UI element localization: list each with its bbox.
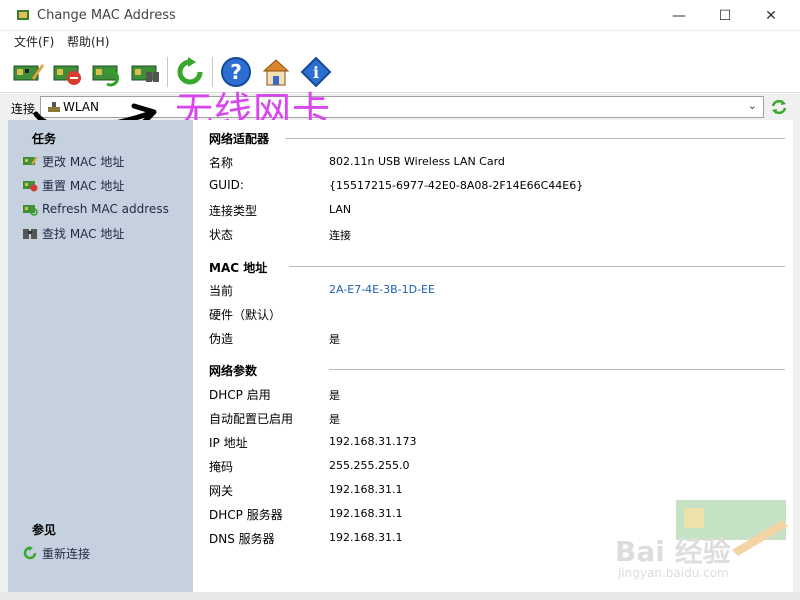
see-also-label: 重新连接 — [42, 546, 91, 561]
window-border — [0, 592, 800, 600]
reset-mac-icon[interactable] — [52, 56, 84, 88]
maximize-button[interactable]: ☐ — [702, 0, 748, 31]
section-network-heading: 网络参数 — [209, 364, 258, 378]
prop-label: 网关 — [209, 484, 234, 498]
prop-label: DNS 服务器 — [209, 532, 275, 546]
find-mac-icon[interactable] — [130, 56, 162, 88]
change-mac-icon — [23, 156, 38, 165]
window-border — [793, 120, 800, 592]
menu-file[interactable]: 文件(F) — [14, 33, 54, 50]
watermark-text: Bai 经验 — [615, 535, 731, 568]
prop-label: DHCP 启用 — [209, 388, 271, 402]
prop-value: 802.11n USB Wireless LAN Card — [329, 155, 505, 168]
prop-value: 192.168.31.1 — [329, 507, 403, 520]
section-mac-heading: MAC 地址 — [209, 261, 268, 275]
window-border — [0, 120, 8, 592]
tasks-heading: 任务 — [32, 132, 57, 146]
task-label: 更改 MAC 地址 — [42, 154, 125, 169]
menu-bar: 文件(F) 帮助(H) — [0, 31, 800, 51]
prop-label: 硬件（默认） — [209, 308, 282, 322]
prop-label: 名称 — [209, 156, 234, 170]
window-title: Change MAC Address — [37, 8, 176, 23]
refresh-mac-icon[interactable] — [91, 56, 123, 88]
binoculars-icon — [23, 229, 37, 239]
prop-label: GUID: — [209, 178, 244, 192]
prop-value: 连接 — [329, 229, 351, 242]
prop-value: 是 — [329, 413, 340, 426]
prop-label: IP 地址 — [209, 436, 248, 450]
app-icon — [17, 10, 29, 20]
task-label: 查找 MAC 地址 — [42, 226, 125, 241]
close-button[interactable]: ✕ — [748, 0, 794, 31]
section-divider — [329, 369, 785, 370]
task-label: Refresh MAC address — [42, 202, 169, 216]
section-divider — [289, 266, 785, 267]
current-mac-link[interactable]: 2A-E7-4E-3B-1D-EE — [329, 283, 435, 296]
title-bar: Change MAC Address — ☐ ✕ — [0, 0, 800, 31]
prop-label: 状态 — [209, 228, 234, 242]
task-refresh-mac[interactable]: Refresh MAC address — [22, 200, 169, 218]
prop-label: 自动配置已启用 — [209, 412, 294, 426]
prop-value: 192.168.31.1 — [329, 483, 403, 496]
section-divider — [285, 138, 785, 139]
reset-mac-icon — [23, 181, 38, 192]
see-also-reconnect[interactable]: 重新连接 — [22, 544, 90, 562]
refresh-mac-icon — [23, 205, 38, 216]
toolbar: ? i — [0, 51, 800, 93]
task-change-mac[interactable]: 更改 MAC 地址 — [22, 152, 124, 170]
watermark-url: jingyan.baidu.com — [618, 566, 729, 580]
chevron-down-icon[interactable]: ⌄ — [748, 99, 757, 112]
see-also-heading: 参见 — [32, 523, 57, 537]
prop-value: 192.168.31.173 — [329, 435, 417, 448]
reconnect-icon — [23, 546, 37, 560]
toolbar-separator — [167, 57, 168, 87]
task-reset-mac[interactable]: 重置 MAC 地址 — [22, 176, 124, 194]
prop-value: 192.168.31.1 — [329, 531, 403, 544]
section-adapter-heading: 网络适配器 — [209, 132, 270, 146]
task-label: 重置 MAC 地址 — [42, 178, 125, 193]
task-sidebar: 任务 更改 MAC 地址 重置 MAC 地址 Refresh MAC addre… — [8, 120, 193, 592]
prop-label: DHCP 服务器 — [209, 508, 283, 522]
task-find-mac[interactable]: 查找 MAC 地址 — [22, 224, 124, 242]
minimize-button[interactable]: — — [656, 0, 702, 31]
change-mac-icon[interactable] — [12, 56, 44, 88]
prop-value: LAN — [329, 203, 352, 216]
menu-help[interactable]: 帮助(H) — [67, 33, 109, 50]
refresh-icon[interactable] — [769, 97, 789, 117]
prop-label: 连接类型 — [209, 204, 258, 218]
prop-value: 255.255.255.0 — [329, 459, 410, 472]
prop-label: 伪造 — [209, 332, 234, 346]
prop-label: 掩码 — [209, 460, 234, 474]
prop-value: {15517215-6977-42E0-8A08-2F14E66C44E6} — [329, 179, 584, 192]
prop-value: 是 — [329, 333, 340, 346]
prop-value: 是 — [329, 389, 340, 402]
prop-label: 当前 — [209, 284, 234, 298]
